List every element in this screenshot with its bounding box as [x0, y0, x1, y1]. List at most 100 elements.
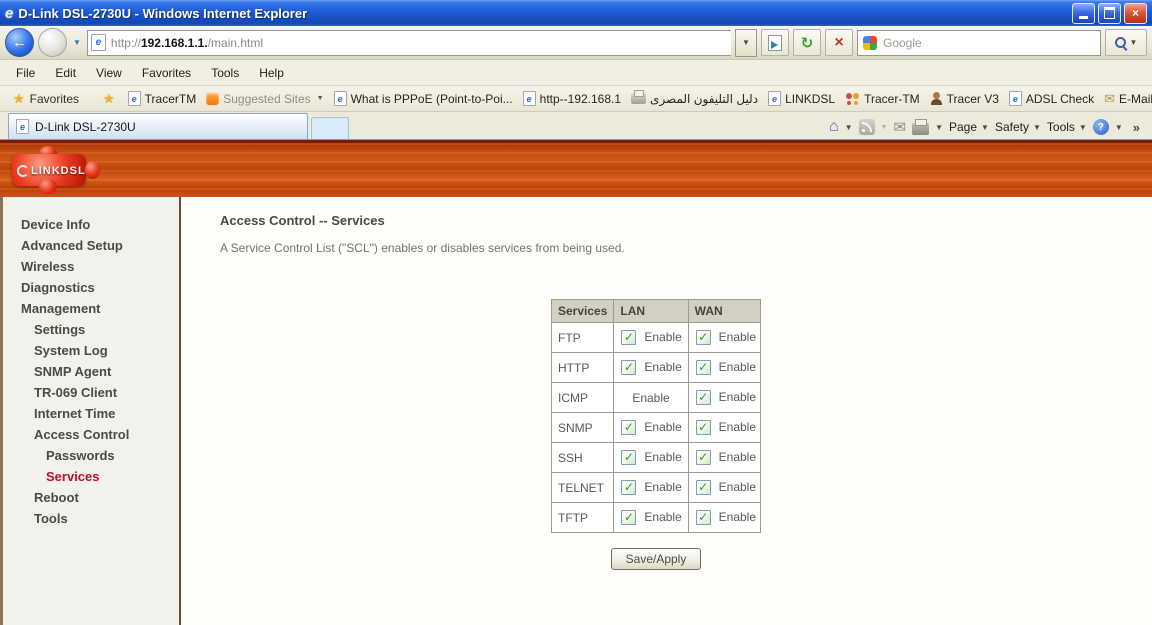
- menu-view[interactable]: View: [86, 64, 132, 82]
- enable-label: Enable: [644, 480, 681, 494]
- favorites-item-http-192-168-1[interactable]: ehttp--192.168.1: [518, 89, 626, 108]
- sidebar-item-settings[interactable]: Settings: [3, 319, 179, 340]
- read-mail-button[interactable]: ✉: [894, 118, 907, 136]
- address-dropdown-button[interactable]: ▼: [735, 29, 757, 57]
- restore-button[interactable]: [1098, 3, 1121, 24]
- favorites-item-what-is-pppoe-point-to-poi[interactable]: eWhat is PPPoE (Point-to-Poi...: [329, 89, 518, 108]
- snmp-wan-enable-checkbox[interactable]: ✓: [696, 420, 711, 435]
- sidebar-item-diagnostics[interactable]: Diagnostics: [3, 277, 179, 298]
- history-dropdown[interactable]: ▼: [71, 38, 83, 47]
- help-dropdown[interactable]: ▼: [1115, 123, 1123, 132]
- logo-text: LINKDSL: [31, 165, 86, 177]
- menu-help[interactable]: Help: [249, 64, 294, 82]
- refresh-button[interactable]: ↻: [793, 29, 821, 56]
- ssh-lan-enable-checkbox[interactable]: ✓: [621, 450, 636, 465]
- enable-label: Enable: [644, 450, 681, 464]
- service-name-cell: ICMP: [552, 383, 614, 413]
- tab-dlink-dsl-2730u[interactable]: e D-Link DSL-2730U: [8, 113, 308, 139]
- google-logo-icon: [863, 36, 877, 50]
- search-input[interactable]: Google: [857, 30, 1101, 56]
- favorites-item-item[interactable]: دليل التليفون المصرى: [626, 90, 763, 108]
- table-row-ssh: SSH✓Enable✓Enable: [552, 443, 761, 473]
- add-to-favorites-button[interactable]: ★: [95, 89, 123, 109]
- sidebar-item-tools[interactable]: Tools: [3, 508, 179, 529]
- tftp-wan-enable-checkbox[interactable]: ✓: [696, 510, 711, 525]
- compatibility-view-button[interactable]: [761, 29, 789, 56]
- favorites-item-label: دليل التليفون المصرى: [650, 92, 758, 106]
- people-icon: [845, 92, 860, 105]
- sidebar-item-system-log[interactable]: System Log: [3, 340, 179, 361]
- close-button[interactable]: ×: [1124, 3, 1147, 24]
- telnet-lan-enable-checkbox[interactable]: ✓: [621, 480, 636, 495]
- url-path: /main.html: [208, 36, 263, 50]
- minimize-button[interactable]: [1072, 3, 1095, 24]
- http-lan-cell: ✓Enable: [614, 353, 688, 383]
- sidebar-item-advanced-setup[interactable]: Advanced Setup: [3, 235, 179, 256]
- sidebar-item-reboot[interactable]: Reboot: [3, 487, 179, 508]
- favorites-item-adsl-check[interactable]: eADSL Check: [1004, 89, 1099, 108]
- favorites-item-linkdsl[interactable]: eLINKDSL: [763, 89, 840, 108]
- command-bar-overflow-chevron-icon[interactable]: »: [1129, 120, 1144, 135]
- tftp-lan-enable-checkbox[interactable]: ✓: [621, 510, 636, 525]
- home-button[interactable]: ⌂: [829, 118, 839, 136]
- sidebar-item-wireless[interactable]: Wireless: [3, 256, 179, 277]
- new-tab-button[interactable]: [311, 117, 349, 139]
- favorites-button[interactable]: ★ Favorites: [5, 89, 87, 109]
- http-lan-enable-checkbox[interactable]: ✓: [621, 360, 636, 375]
- ssh-wan-enable-checkbox[interactable]: ✓: [696, 450, 711, 465]
- icmp-wan-enable-checkbox[interactable]: ✓: [696, 390, 711, 405]
- favorites-item-suggested-sites[interactable]: Suggested Sites▼: [201, 90, 328, 108]
- table-row-snmp: SNMP✓Enable✓Enable: [552, 413, 761, 443]
- telnet-wan-enable-checkbox[interactable]: ✓: [696, 480, 711, 495]
- enable-label: Enable: [644, 420, 681, 434]
- save-apply-button[interactable]: Save/Apply: [611, 548, 701, 570]
- http-wan-enable-checkbox[interactable]: ✓: [696, 360, 711, 375]
- print-button[interactable]: [912, 123, 929, 135]
- help-button[interactable]: ?: [1093, 119, 1109, 135]
- home-dropdown[interactable]: ▼: [845, 123, 853, 132]
- favorites-item-tracer-tm[interactable]: Tracer-TM: [840, 90, 925, 108]
- menu-favorites[interactable]: Favorites: [132, 64, 201, 82]
- sidebar-item-passwords[interactable]: Passwords: [3, 445, 179, 466]
- logo-puzzle-knob: [85, 161, 100, 179]
- table-row-tftp: TFTP✓Enable✓Enable: [552, 503, 761, 533]
- forward-button[interactable]: →: [38, 28, 67, 57]
- menu-edit[interactable]: Edit: [45, 64, 86, 82]
- search-button[interactable]: ▼: [1105, 29, 1147, 56]
- ftp-wan-enable-checkbox[interactable]: ✓: [696, 330, 711, 345]
- stop-button[interactable]: ×: [825, 29, 853, 56]
- enable-label: Enable: [719, 510, 756, 524]
- sidebar-item-device-info[interactable]: Device Info: [3, 214, 179, 235]
- ftp-lan-cell: ✓Enable: [614, 323, 688, 353]
- tab-title: D-Link DSL-2730U: [35, 120, 136, 134]
- sidebar-item-tr-069-client[interactable]: TR-069 Client: [3, 382, 179, 403]
- sidebar-item-access-control[interactable]: Access Control: [3, 424, 179, 445]
- feeds-button[interactable]: [859, 119, 875, 135]
- favorites-item-label: TracerTM: [145, 92, 197, 106]
- menu-file[interactable]: File: [6, 64, 45, 82]
- safety-menu[interactable]: Safety ▼: [995, 120, 1041, 134]
- page-menu-dropdown-icon: ▼: [981, 123, 989, 132]
- sidebar-item-internet-time[interactable]: Internet Time: [3, 403, 179, 424]
- menu-tools[interactable]: Tools: [201, 64, 249, 82]
- print-dropdown[interactable]: ▼: [935, 123, 943, 132]
- snmp-lan-enable-checkbox[interactable]: ✓: [621, 420, 636, 435]
- tools-menu[interactable]: Tools ▼: [1047, 120, 1087, 134]
- url-host: 192.168.1.1.: [141, 36, 208, 50]
- sidebar-item-services[interactable]: Services: [3, 466, 179, 487]
- sidebar-item-management[interactable]: Management: [3, 298, 179, 319]
- favorites-item-e-mail[interactable]: ✉E-Mail: [1099, 90, 1152, 108]
- column-header-wan: WAN: [688, 300, 760, 323]
- back-button[interactable]: ←: [5, 28, 34, 57]
- sidebar-item-snmp-agent[interactable]: SNMP Agent: [3, 361, 179, 382]
- search-options-dropdown[interactable]: ▼: [1130, 38, 1138, 47]
- snmp-lan-cell: ✓ Enable: [614, 413, 688, 443]
- ftp-lan-enable-checkbox[interactable]: ✓: [621, 330, 636, 345]
- favorites-item-tracertm[interactable]: eTracerTM: [123, 89, 202, 108]
- favorites-item-tracer-v3[interactable]: Tracer V3: [925, 90, 1004, 108]
- window-title: D-Link DSL-2730U - Windows Internet Expl…: [18, 6, 307, 21]
- icmp-wan-cell: ✓Enable: [688, 383, 760, 413]
- page-menu[interactable]: Page ▼: [949, 120, 989, 134]
- telnet-lan-cell: ✓ Enable: [614, 473, 688, 503]
- address-bar[interactable]: e http://192.168.1.1./main.html: [87, 30, 731, 56]
